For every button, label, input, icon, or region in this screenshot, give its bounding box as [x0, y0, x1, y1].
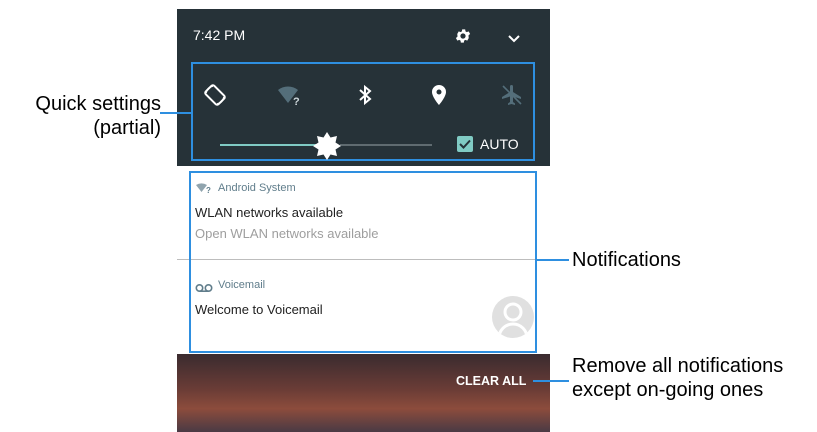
brightness-slider-track[interactable] [340, 144, 432, 146]
svg-text:?: ? [293, 96, 300, 107]
brightness-slider-filled[interactable] [220, 144, 327, 146]
clear-all-callout: Remove all notifications except on-going… [572, 354, 783, 402]
notifications-callout: Notifications [572, 249, 681, 271]
rotate-icon[interactable] [203, 83, 227, 107]
auto-brightness-checkbox[interactable] [457, 136, 473, 152]
quick-settings-highlight: ? AUTO [191, 62, 535, 161]
quick-settings-callout: Quick settings (partial) [9, 92, 161, 140]
gear-icon[interactable] [454, 27, 472, 50]
bluetooth-icon[interactable] [353, 83, 377, 107]
brightness-slider-thumb[interactable] [313, 132, 341, 165]
status-time: 7:42 PM [193, 27, 246, 43]
callout-text: (partial) [93, 117, 161, 139]
notifications-leader-line [537, 259, 569, 261]
chevron-down-icon[interactable] [507, 31, 521, 49]
location-pin-icon[interactable] [427, 83, 451, 107]
airplane-icon[interactable] [500, 83, 524, 107]
wallpaper-background [177, 354, 550, 432]
quick-settings-leader-line [160, 112, 191, 114]
notifications-highlight [189, 171, 537, 353]
auto-brightness-label: AUTO [480, 136, 519, 152]
callout-text: Quick settings [35, 93, 161, 115]
clear-all-button[interactable]: CLEAR ALL [456, 374, 526, 388]
callout-text: except on-going ones [572, 379, 764, 401]
clear-all-leader-line [533, 380, 569, 382]
wifi-unknown-icon[interactable]: ? [277, 83, 301, 107]
callout-text: Remove all notifications [572, 355, 784, 377]
